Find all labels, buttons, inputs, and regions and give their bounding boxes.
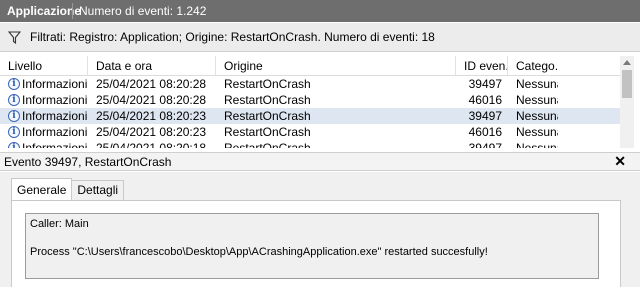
column-header-event-id[interactable]: ID even... xyxy=(456,56,508,75)
cell-date: 25/04/2021 08:20:23 xyxy=(96,109,207,123)
cell-level-text: Informazioni xyxy=(22,93,88,107)
cell-level: i Informazioni xyxy=(0,124,88,140)
events-table[interactable]: Livello Data e ora Origine ID even... Ca… xyxy=(0,56,634,148)
cell-event-id: 46016 xyxy=(468,125,502,139)
column-header-level[interactable]: Livello xyxy=(0,56,88,75)
cell-level: i Informazioni xyxy=(0,108,88,124)
table-header: Livello Data e ora Origine ID even... Ca… xyxy=(0,56,634,76)
filter-description: Filtrati: Registro: Application; Origine… xyxy=(30,30,435,44)
cell-date: 25/04/2021 08:20:28 xyxy=(96,93,207,107)
cell-date: 25/04/2021 08:20:23 xyxy=(96,125,207,139)
table-row[interactable]: i Informazioni 25/04/2021 08:20:23 RestartO… xyxy=(0,124,634,140)
filter-funnel-icon xyxy=(8,30,21,44)
cell-level: i Informazioni xyxy=(0,140,88,148)
cell-level-text: Informazioni xyxy=(22,77,88,91)
tab-panel-general: Caller: Main Process "C:\Users\francesco… xyxy=(11,200,621,287)
cell-source: RestartOnCrash xyxy=(224,125,311,139)
cell-date: 25/04/2021 08:20:18 xyxy=(96,141,207,148)
cell-event-id: 39497 xyxy=(468,109,502,123)
cell-level: i Informazioni xyxy=(0,76,88,92)
cell-source: RestartOnCrash xyxy=(224,93,311,107)
table-scrollbar[interactable] xyxy=(620,56,634,148)
cell-category: Nessuna xyxy=(516,125,558,139)
cell-date: 25/04/2021 08:20:28 xyxy=(96,77,207,91)
cell-level: i Informazioni xyxy=(0,92,88,108)
message-line-caller: Caller: Main xyxy=(30,218,89,230)
event-detail-title: Evento 39497, RestartOnCrash xyxy=(4,154,172,169)
detail-tabs: Generale Dettagli xyxy=(11,178,125,200)
table-row[interactable]: i Informazioni 25/04/2021 08:20:28 RestartO… xyxy=(0,92,634,108)
event-count: Numero di eventi: 1.242 xyxy=(79,4,207,18)
cell-level-text: Informazioni xyxy=(22,109,88,123)
filter-bar: Filtrati: Registro: Application; Origine… xyxy=(0,23,640,52)
cell-event-id: 39497 xyxy=(468,77,502,91)
tab-general[interactable]: Generale xyxy=(11,178,73,200)
table-row[interactable]: i Informazioni 25/04/2021 08:20:23 RestartO… xyxy=(0,108,634,124)
cell-event-id: 39497 xyxy=(468,141,502,148)
cell-level-text: Informazioni xyxy=(22,125,88,139)
column-header-category[interactable]: Catego... xyxy=(508,56,558,75)
scrollbar-thumb[interactable] xyxy=(622,70,632,98)
tab-details[interactable]: Dettagli xyxy=(71,180,125,200)
close-icon[interactable]: ✕ xyxy=(614,153,626,170)
column-header-date[interactable]: Data e ora xyxy=(88,56,216,75)
info-icon: i xyxy=(8,78,20,90)
cell-source: RestartOnCrash xyxy=(224,77,311,91)
event-detail-header: Evento 39497, RestartOnCrash ✕ xyxy=(0,152,640,171)
titlebar-divider xyxy=(72,3,73,19)
info-icon: i xyxy=(8,142,20,148)
log-name: Applicazione xyxy=(7,4,82,18)
info-icon: i xyxy=(8,110,20,122)
log-titlebar: Applicazione Numero di eventi: 1.242 xyxy=(0,0,640,22)
cell-category: Nessuna xyxy=(516,141,558,148)
info-icon: i xyxy=(8,126,20,138)
table-row[interactable]: i Informazioni 25/04/2021 08:20:18 RestartO… xyxy=(0,140,634,148)
cell-event-id: 46016 xyxy=(468,93,502,107)
event-message[interactable]: Caller: Main Process "C:\Users\francesco… xyxy=(25,213,599,279)
event-detail-pane: Generale Dettagli Caller: Main Process "… xyxy=(0,172,640,287)
cell-category: Nessuna xyxy=(516,77,558,91)
table-row[interactable]: i Informazioni 25/04/2021 08:20:28 RestartO… xyxy=(0,76,634,92)
cell-source: RestartOnCrash xyxy=(224,141,311,148)
cell-level-text: Informazioni xyxy=(22,141,88,148)
table-body: i Informazioni 25/04/2021 08:20:28 RestartO… xyxy=(0,76,634,148)
cell-category: Nessuna xyxy=(516,109,558,123)
column-header-source[interactable]: Origine xyxy=(216,56,456,75)
scroll-up-arrow-icon[interactable] xyxy=(623,60,631,65)
message-line-process: Process "C:\Users\francescobo\Desktop\Ap… xyxy=(30,246,488,258)
cell-source: RestartOnCrash xyxy=(224,109,311,123)
info-icon: i xyxy=(8,94,20,106)
cell-category: Nessuna xyxy=(516,93,558,107)
